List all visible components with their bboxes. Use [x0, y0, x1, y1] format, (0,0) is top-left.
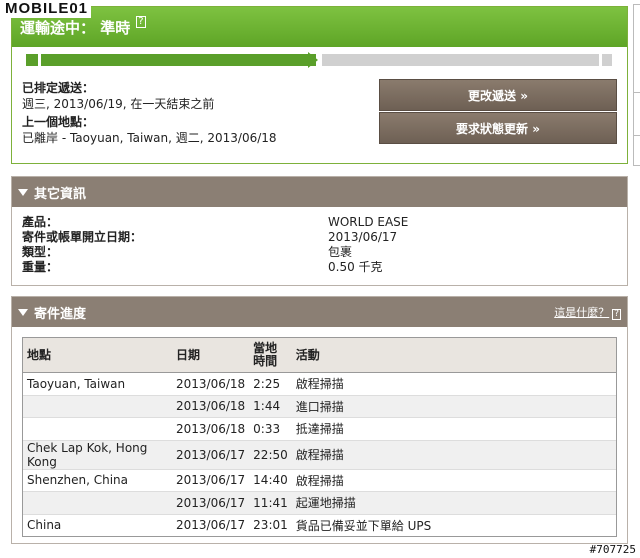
table-row: Chek Lap Kok, Hong Kong 2013/06/17 22:50 啟程… [23, 440, 616, 470]
cell-activity: 進口掃描 [291, 395, 616, 418]
cell-time: 0:33 [249, 417, 292, 441]
col-activity: 活動 [291, 338, 616, 373]
shipment-status-panel: 運輸途中： 準時 ? 已排定遞送： 週三, 2013/06/19, 在一天結束之… [11, 6, 628, 164]
status-header: 運輸途中： 準時 ? [12, 7, 627, 47]
other-info-header[interactable]: 其它資訊 [12, 177, 627, 207]
last-location-label: 上一個地點： [22, 115, 95, 129]
cell-location: Taoyuan, Taiwan [23, 372, 172, 396]
cell-time: 23:01 [253, 518, 288, 533]
cell-activity: 貨品已備妥並下單給 UPS [295, 518, 432, 533]
watermark-id: #707725 [589, 543, 636, 556]
cell-time: 2:25 [249, 372, 292, 396]
cell-activity: 啟程掃描 [291, 469, 616, 492]
cell-location [23, 395, 172, 418]
shipment-progress-panel: 寄件進度 這是什麼？? 地點 日期 當地 時間 活動 Taoyuan, Taiwa… [11, 296, 628, 544]
weight-value: 0.50 千克 [328, 260, 383, 274]
table-row: Shenzhen, China 2013/06/17 14:40 啟程掃描 [23, 469, 616, 492]
other-info-title: 其它資訊 [34, 186, 87, 202]
last-location: 上一個地點： 已離岸 - Taoyuan, Taiwan, 週二, 2013/0… [22, 114, 277, 146]
cell-location: China [27, 518, 62, 533]
cell-time: 1:44 [249, 395, 292, 418]
cell-location [23, 491, 172, 515]
cell-date: 2013/06/17 [172, 440, 250, 470]
ship-date-value: 2013/06/17 [328, 230, 398, 244]
cell-time: 11:41 [249, 491, 292, 515]
collapse-triangle-icon[interactable] [18, 308, 28, 316]
table-row: 2013/06/18 1:44 進口掃描 [23, 395, 616, 418]
cell-date: 2013/06/17 [172, 469, 250, 492]
cell-date: 2013/06/18 [172, 372, 250, 396]
cell-activity: 啟程掃描 [291, 372, 616, 396]
shipment-progress-title: 寄件進度 [34, 306, 87, 322]
ship-date-label: 寄件或帳單開立日期： [22, 230, 143, 244]
type-label: 類型： [22, 245, 59, 259]
cell-activity: 啟程掃描 [291, 440, 616, 470]
col-date: 日期 [172, 338, 250, 373]
delivery-progress-bar [26, 52, 612, 68]
product-value: WORLD EASE [328, 215, 409, 229]
help-icon[interactable]: ? [612, 309, 621, 320]
progress-remaining [322, 54, 612, 66]
cell-date: 2013/06/18 [172, 395, 250, 418]
cell-location: Chek Lap Kok, Hong Kong [23, 440, 172, 470]
cell-activity: 起運地掃描 [291, 491, 616, 515]
progress-marker-icon [308, 52, 318, 68]
change-delivery-button[interactable]: 更改遞送 » [379, 79, 617, 111]
cell-date: 2013/06/18 [172, 417, 250, 441]
cell-date: 2013/06/17 [172, 491, 250, 515]
cell-date: 2013/06/17 [176, 518, 246, 533]
side-panel-stub [633, 4, 640, 166]
last-location-value: 已離岸 - Taoyuan, Taiwan, 週二, 2013/06/18 [22, 131, 277, 145]
scheduled-delivery-label: 已排定遞送： [22, 81, 95, 95]
cell-location [23, 417, 172, 441]
other-info-panel: 其它資訊 產品： WORLD EASE 寄件或帳單開立日期： 2013/06/1… [11, 176, 628, 286]
scheduled-delivery-value: 週三, 2013/06/19, 在一天結束之前 [22, 97, 215, 111]
col-local-time: 當地 時間 [249, 338, 292, 373]
cell-time: 14:40 [249, 469, 292, 492]
side-panel-stub [633, 92, 640, 136]
table-row: China 2013/06/17 23:01 貨品已備妥並下單給 UPS [23, 514, 616, 536]
table-header-row: 地點 日期 當地 時間 活動 [23, 338, 616, 373]
status-title: 運輸途中： 準時 [20, 18, 131, 37]
type-value: 包裹 [328, 245, 353, 259]
collapse-triangle-icon[interactable] [18, 188, 28, 196]
progress-fill [26, 54, 316, 66]
help-icon[interactable]: ? [136, 16, 146, 28]
what-is-this-link[interactable]: 這是什麼？? [554, 304, 621, 320]
cell-location: Shenzhen, China [23, 469, 172, 492]
shipment-progress-header[interactable]: 寄件進度 這是什麼？? [12, 297, 627, 327]
request-status-update-button[interactable]: 要求狀態更新 » [379, 112, 617, 144]
cell-time: 22:50 [249, 440, 292, 470]
col-location: 地點 [23, 338, 172, 373]
weight-label: 重量： [22, 260, 59, 274]
product-label: 產品： [22, 215, 59, 229]
scheduled-delivery: 已排定遞送： 週三, 2013/06/19, 在一天結束之前 [22, 80, 214, 112]
table-row: 2013/06/17 11:41 起運地掃描 [23, 491, 616, 515]
watermark-logo: MOBILE01 [2, 0, 92, 18]
cell-activity: 抵達掃描 [291, 417, 616, 441]
table-row: 2013/06/18 0:33 抵達掃描 [23, 417, 616, 441]
table-row: Taoyuan, Taiwan 2013/06/18 2:25 啟程掃描 [23, 372, 616, 396]
tracking-table: 地點 日期 當地 時間 活動 Taoyuan, Taiwan 2013/06/18 2… [22, 337, 617, 537]
